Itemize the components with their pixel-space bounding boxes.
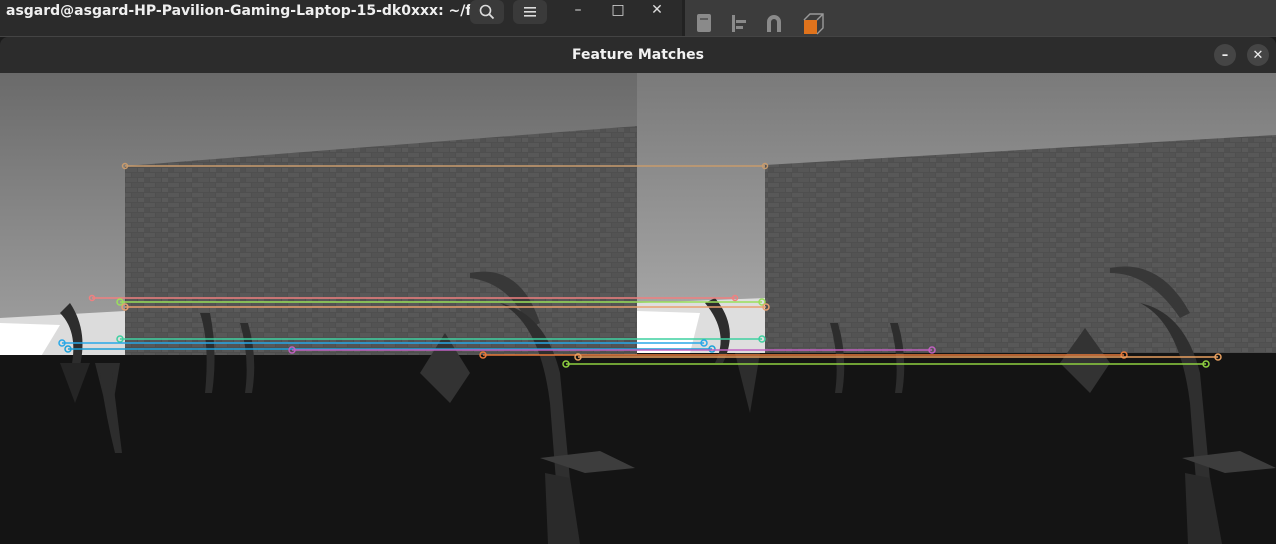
app-toolbar [682,0,1276,36]
hamburger-menu-icon [523,6,537,18]
search-icon [479,4,495,20]
right-image [637,73,1276,544]
feature-match-image [0,73,1276,544]
box-icon[interactable] [801,12,824,35]
menu-button[interactable] [513,0,547,24]
align-icon[interactable] [729,12,751,34]
close-icon: ✕ [1252,47,1264,63]
magnet-icon[interactable] [763,12,785,34]
document-icon[interactable] [693,12,715,34]
left-image [0,73,637,544]
terminal-title: asgard@asgard-HP-Pavilion-Gaming-Laptop-… [6,3,502,19]
terminal-titlebar: asgard@asgard-HP-Pavilion-Gaming-Laptop-… [0,0,682,36]
terminal-minimize-button[interactable]: – [566,0,590,20]
terminal-close-button[interactable]: ✕ [645,0,669,20]
search-button[interactable] [470,0,504,24]
window-minimize-button[interactable]: – [1214,44,1236,66]
window-close-button[interactable]: ✕ [1247,44,1269,66]
window-header: Feature Matches – ✕ [0,37,1276,73]
terminal-maximize-button[interactable]: □ [606,0,630,20]
minimize-icon: – [1221,47,1229,63]
window-title: Feature Matches [571,47,705,63]
feature-matches-window: Feature Matches – ✕ [0,36,1276,544]
